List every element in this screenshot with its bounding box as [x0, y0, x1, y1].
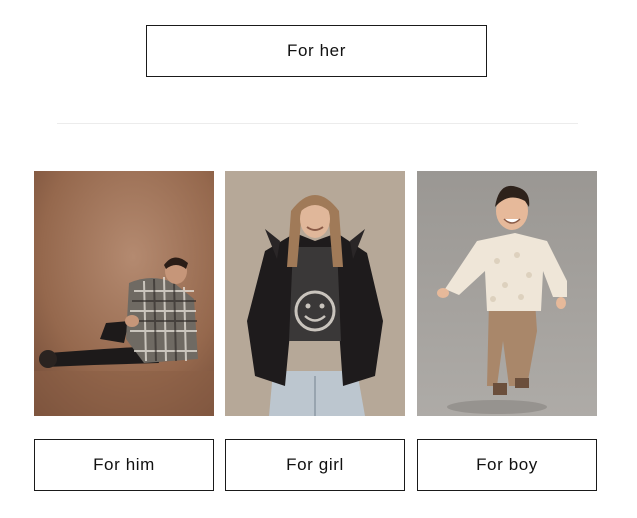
for-him-image[interactable] [34, 171, 214, 416]
for-her-label: For her [287, 41, 346, 60]
for-her-button[interactable]: For her [146, 25, 487, 77]
for-girl-button[interactable]: For girl [225, 439, 405, 491]
for-boy-image[interactable] [417, 171, 597, 416]
for-girl-image[interactable] [225, 171, 405, 416]
for-boy-label: For boy [476, 455, 538, 474]
for-boy-button[interactable]: For boy [417, 439, 597, 491]
section-divider [57, 123, 578, 124]
for-him-button[interactable]: For him [34, 439, 214, 491]
category-page: For her For him For girl For boy [0, 0, 637, 518]
for-girl-label: For girl [286, 455, 344, 474]
for-him-label: For him [93, 455, 155, 474]
